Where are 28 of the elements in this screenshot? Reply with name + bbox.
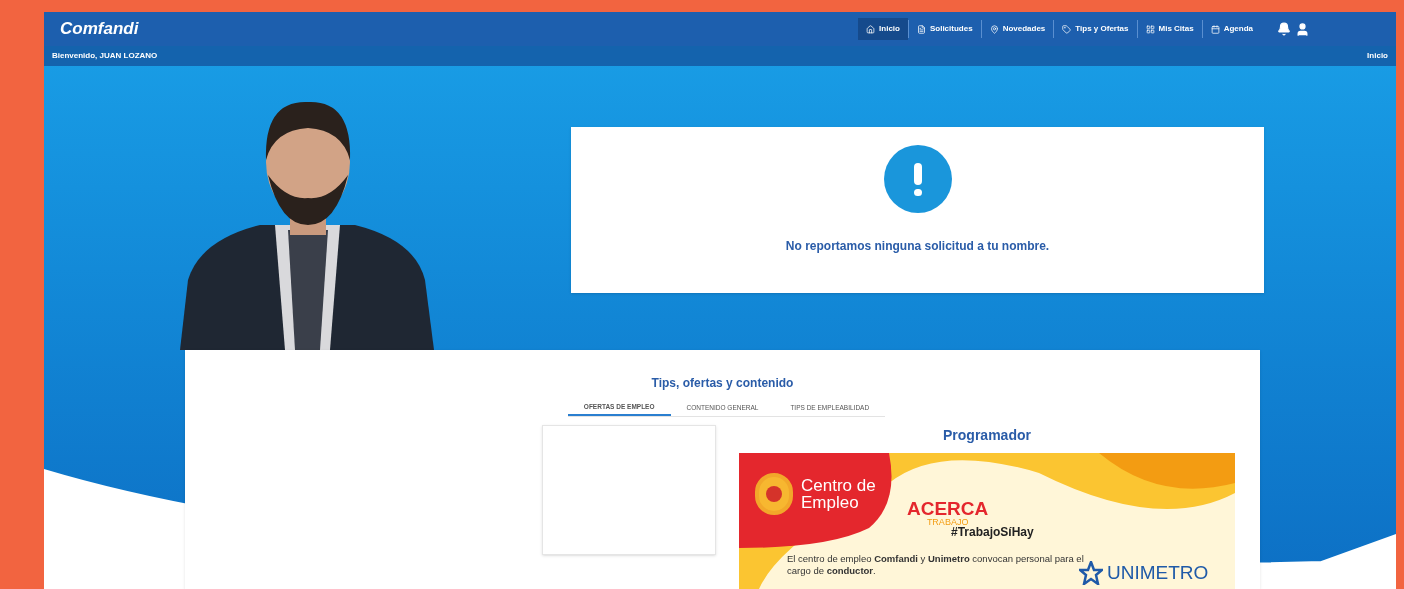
campaign-title: ACERCA xyxy=(907,499,989,518)
grid-icon xyxy=(1145,24,1155,34)
banner[interactable]: Centro de Empleo ACERCA TRABAJO #TrabajoSíHay El centro de empleo Comfandi y Unimetro convocan personal para el cargo de conductor. UNIMETRO xyxy=(739,453,1235,589)
nav-link[interactable]: Novedades xyxy=(981,18,1054,40)
banner-heading: Programador xyxy=(943,426,1031,445)
nav-link[interactable]: Solicitudes xyxy=(908,18,981,40)
document-icon xyxy=(916,24,926,34)
notifications-icon[interactable] xyxy=(1277,22,1291,36)
calendar-icon xyxy=(1210,24,1220,34)
nav-link[interactable]: Inicio xyxy=(858,18,908,40)
tag-icon xyxy=(1062,24,1072,34)
nav-link[interactable]: Agenda xyxy=(1202,18,1261,40)
brand-text: Centro de Empleo xyxy=(801,477,877,511)
home-icon xyxy=(866,24,876,34)
pin-icon xyxy=(989,24,999,34)
nav-link[interactable]: Tips y Ofertas xyxy=(1054,18,1137,40)
nav-link[interactable]: Mis Citas xyxy=(1137,18,1202,40)
hashtag: #TrabajoSíHay xyxy=(951,525,1034,541)
star-logo-icon xyxy=(1079,561,1103,585)
partner-logo-text: UNIMETRO xyxy=(1107,563,1209,583)
welcome-text: Bienvenido, JUAN LOZANO xyxy=(52,50,158,62)
section-title: Tips, ofertas y contenido xyxy=(651,375,794,392)
breadcrumb-link[interactable]: Inicio xyxy=(1367,50,1388,62)
user-icon[interactable] xyxy=(1295,21,1310,37)
banner-text: El centro de empleo Comfandi y Unimetro convocan personal para el cargo de conductor. xyxy=(787,553,1085,577)
logo[interactable]: Comfandi xyxy=(60,16,139,42)
notice-message: No reportamos ninguna solicitud a tu nombre. xyxy=(785,238,1050,255)
campaign-subtitle: TRABAJO xyxy=(926,518,969,527)
